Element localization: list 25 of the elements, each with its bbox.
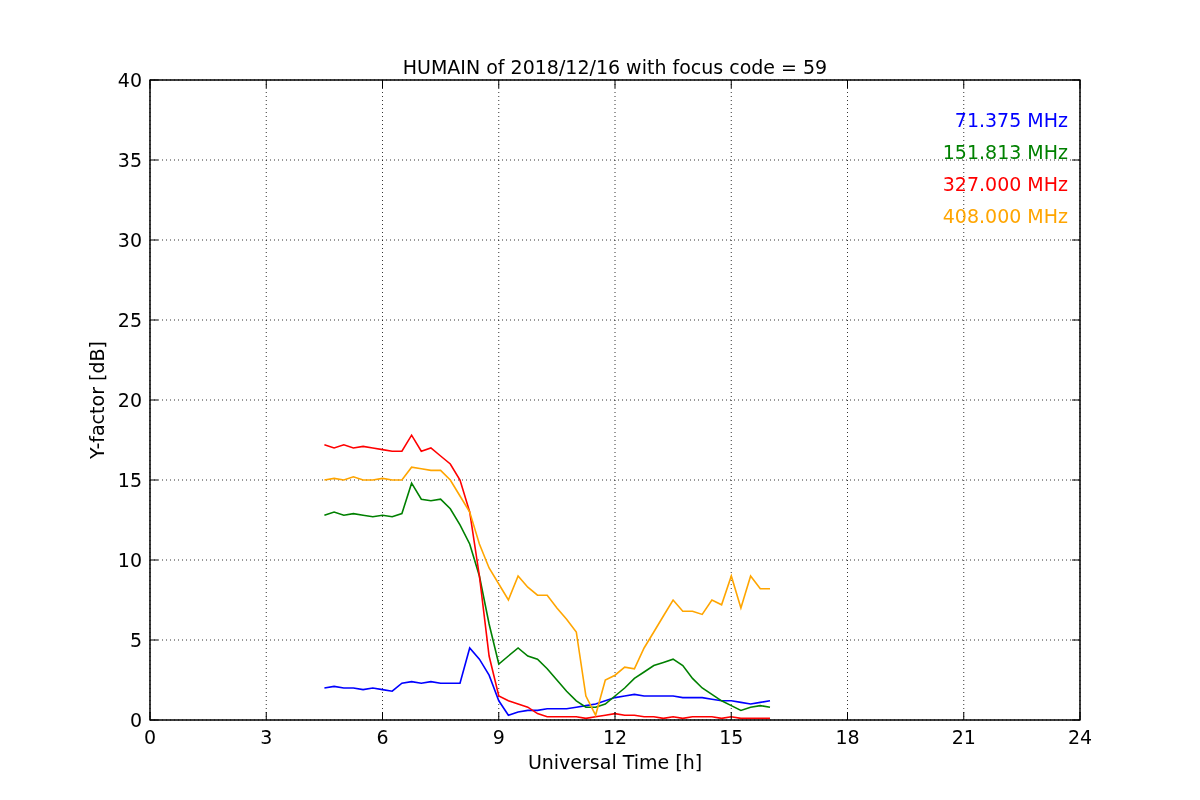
y-tick-label: 40 (117, 69, 142, 91)
legend-label: 408.000 MHz (942, 205, 1068, 227)
y-tick-label: 25 (117, 309, 142, 331)
y-tick-label: 10 (117, 549, 142, 571)
x-axis-label: Universal Time [h] (527, 751, 703, 773)
y-tick-label: 15 (117, 469, 142, 491)
y-tick-label: 0 (129, 709, 142, 731)
legend-label: 327.000 MHz (942, 173, 1068, 195)
x-tick-label: 15 (719, 726, 744, 748)
x-tick-label: 0 (143, 726, 157, 748)
x-tick-label: 6 (376, 726, 389, 748)
y-tick-label: 5 (129, 629, 142, 651)
y-axis-label: Y-factor [dB] (86, 341, 108, 459)
chart-title: HUMAIN of 2018/12/16 with focus code = 59 (402, 56, 828, 78)
y-tick-label: 20 (117, 389, 142, 411)
x-tick-label: 21 (951, 726, 976, 748)
x-tick-label: 9 (492, 726, 505, 748)
legend-label: 151.813 MHz (942, 141, 1068, 163)
x-tick-label: 18 (835, 726, 860, 748)
x-tick-label: 24 (1067, 726, 1093, 748)
x-tick-label: 3 (260, 726, 273, 748)
y-tick-label: 30 (117, 229, 142, 251)
legend-label: 71.375 MHz (954, 109, 1068, 131)
y-tick-label: 35 (117, 149, 142, 171)
x-tick-label: 12 (602, 726, 628, 748)
